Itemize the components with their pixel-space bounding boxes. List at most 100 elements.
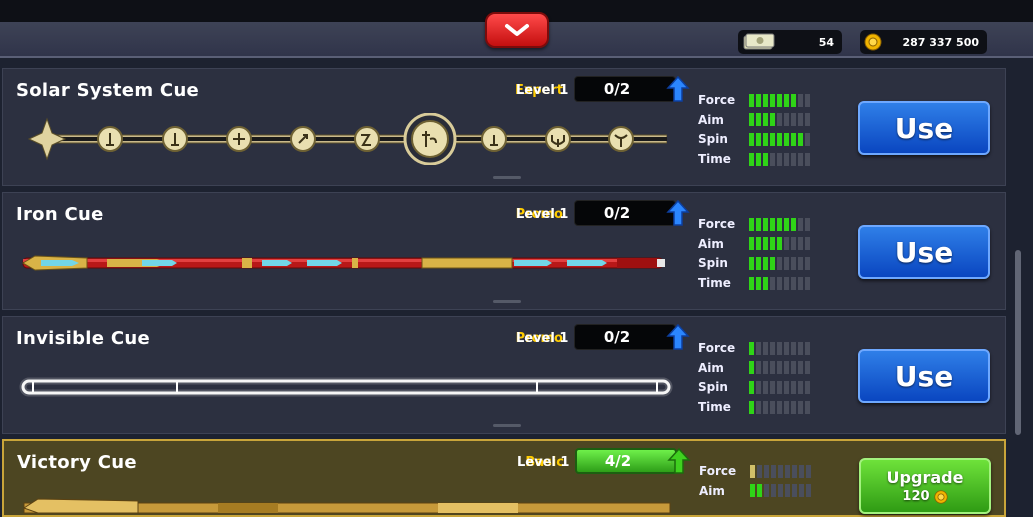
stat-bar-segment (749, 113, 754, 126)
stat-label-force: Force (699, 464, 737, 478)
stat-bar-segment (798, 94, 803, 107)
stat-label-force: Force (698, 217, 736, 231)
stat-bar-segment (805, 113, 810, 126)
stat-bar-segment (749, 277, 754, 290)
stat-label-aim: Aim (699, 484, 725, 498)
stat-bar-segment (777, 342, 782, 355)
use-button[interactable]: Use (858, 225, 990, 279)
chevron-down-icon (505, 24, 529, 36)
stat-bar-segment (749, 153, 754, 166)
cue-card-solar-system[interactable]: Solar System Cue Expert Level 1 0/2 Forc… (2, 68, 1006, 186)
stat-bar-segment (805, 381, 810, 394)
stat-bar-segment (764, 465, 769, 478)
stat-bar-segment (777, 237, 782, 250)
stat-bar-segment (756, 218, 761, 231)
drag-handle[interactable] (493, 176, 521, 179)
stat-bar-segment (770, 153, 775, 166)
stat-bar-segment (798, 153, 803, 166)
upgrade-cost-amount: 120 (902, 489, 930, 504)
stat-bars-spin (749, 381, 810, 394)
stat-bar-segment (784, 401, 789, 414)
use-button[interactable]: Use (858, 349, 990, 403)
coin-icon (933, 489, 948, 504)
stat-bar-segment (756, 153, 761, 166)
stat-bar-segment (798, 133, 803, 146)
cash-counter[interactable]: 54 (738, 30, 842, 54)
stat-bar-segment (770, 277, 775, 290)
cue-card-iron[interactable]: Iron Cue Promo Level 1 0/2 Force Aim Spi… (2, 192, 1006, 310)
upgrade-button[interactable]: Upgrade 120 (859, 458, 991, 514)
coin-amount: 287 337 500 (902, 35, 979, 49)
stat-bars-spin (749, 257, 810, 270)
stat-bar-segment (777, 94, 782, 107)
stat-bar-segment (756, 94, 761, 107)
upgrade-arrow-icon[interactable] (666, 199, 690, 227)
stat-bar-segment (749, 237, 754, 250)
stat-label-aim: Aim (698, 361, 724, 375)
stat-bar-segment (798, 277, 803, 290)
coin-icon (864, 33, 882, 51)
stat-label-time: Time (698, 276, 731, 290)
stat-bar-segment (791, 133, 796, 146)
stat-bar-segment (799, 465, 804, 478)
stat-bar-segment (784, 237, 789, 250)
stat-bar-segment (749, 94, 754, 107)
stat-bar-segment (771, 484, 776, 497)
stat-bar-segment (806, 465, 811, 478)
stat-bars-time (749, 153, 810, 166)
cue-name: Invisible Cue (16, 328, 150, 349)
use-button[interactable]: Use (858, 101, 990, 155)
drag-handle[interactable] (493, 424, 521, 427)
stat-bar-segment (806, 484, 811, 497)
cue-card-invisible[interactable]: Invisible Cue Promo Level 1 0/2 Force Ai… (2, 316, 1006, 434)
stat-bar-segment (770, 401, 775, 414)
collapse-button[interactable] (485, 12, 549, 48)
stat-bar-segment (798, 257, 803, 270)
drag-handle[interactable] (493, 300, 521, 303)
stat-label-force: Force (698, 341, 736, 355)
stat-bar-segment (770, 257, 775, 270)
stat-bar-segment (764, 484, 769, 497)
stat-bar-segment (791, 218, 796, 231)
coin-counter[interactable]: 287 337 500 (860, 30, 987, 54)
upgrade-arrow-icon[interactable] (667, 447, 691, 475)
stat-bars-time (749, 401, 810, 414)
stat-bars-aim (750, 484, 811, 497)
scrollbar[interactable] (1015, 250, 1021, 435)
upgrade-arrow-icon[interactable] (666, 323, 690, 351)
stat-bars-force (749, 342, 810, 355)
stat-bar-segment (777, 133, 782, 146)
stat-bar-segment (763, 381, 768, 394)
cue-level: Level 1 (516, 83, 569, 98)
stat-bar-segment (784, 342, 789, 355)
cue-card-victory[interactable]: Victory Cue Basic Level 1 4/2 Force Aim … (2, 439, 1006, 517)
stat-bar-segment (763, 94, 768, 107)
stat-bars-aim (749, 361, 810, 374)
stat-bar-segment (770, 361, 775, 374)
stat-bars-force (749, 218, 810, 231)
cue-name: Solar System Cue (16, 80, 200, 101)
invisible-cue-image (19, 377, 673, 397)
stat-bar-segment (777, 257, 782, 270)
stat-bar-segment (770, 218, 775, 231)
stat-bar-segment (784, 153, 789, 166)
stat-bar-segment (770, 237, 775, 250)
stat-bar-segment (777, 277, 782, 290)
stat-bar-segment (770, 342, 775, 355)
stat-bar-segment (763, 361, 768, 374)
stat-bar-segment (763, 401, 768, 414)
stat-bar-segment (792, 465, 797, 478)
stat-bar-segment (791, 342, 796, 355)
stat-bar-segment (777, 361, 782, 374)
upgrade-arrow-icon[interactable] (666, 75, 690, 103)
stat-bar-segment (763, 218, 768, 231)
stat-label-time: Time (698, 152, 731, 166)
cue-progress: 4/2 (575, 448, 677, 474)
stat-bar-segment (791, 153, 796, 166)
stat-bar-segment (805, 277, 810, 290)
stat-bar-segment (763, 277, 768, 290)
stat-label-aim: Aim (698, 237, 724, 251)
cash-amount: 54 (818, 35, 834, 49)
cue-name: Victory Cue (17, 452, 137, 473)
stat-bar-segment (763, 153, 768, 166)
